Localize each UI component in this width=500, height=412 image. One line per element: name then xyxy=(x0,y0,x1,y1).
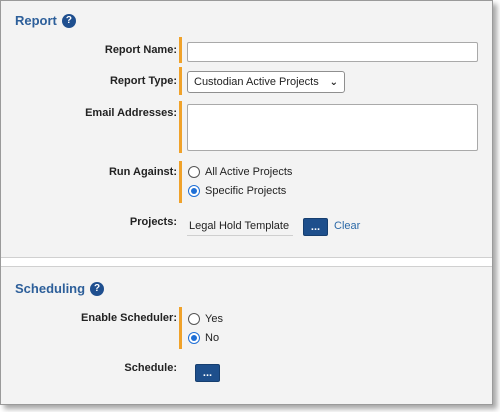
required-indicator xyxy=(179,307,182,349)
required-indicator xyxy=(179,37,182,63)
radio-scheduler-no[interactable]: No xyxy=(188,332,219,344)
email-addresses-textarea[interactable] xyxy=(187,104,478,151)
report-type-select[interactable]: Custodian Active Projects ⌄ xyxy=(187,71,345,93)
report-section-title: Report ? xyxy=(15,13,76,28)
required-indicator xyxy=(179,161,182,203)
report-type-label: Report Type: xyxy=(109,75,177,87)
radio-all-active-projects[interactable]: All Active Projects xyxy=(188,166,292,178)
report-settings-panel: Report ? Report Name: Report Type: Custo… xyxy=(0,0,493,405)
email-addresses-label: Email Addresses: xyxy=(85,107,177,119)
scheduling-section-title: Scheduling ? xyxy=(15,281,105,296)
required-indicator xyxy=(179,101,182,153)
scheduling-help-icon[interactable]: ? xyxy=(90,281,105,296)
report-help-icon[interactable]: ? xyxy=(61,13,76,28)
report-type-value: Custodian Active Projects xyxy=(194,76,319,88)
enable-scheduler-label: Enable Scheduler: xyxy=(81,312,177,324)
radio-label: All Active Projects xyxy=(205,166,293,178)
report-name-input[interactable] xyxy=(187,42,478,62)
required-indicator xyxy=(179,67,182,95)
projects-browse-button[interactable]: ... xyxy=(303,218,328,236)
radio-scheduler-yes[interactable]: Yes xyxy=(188,313,223,325)
radio-checked-icon[interactable] xyxy=(188,185,200,197)
run-against-label: Run Against: xyxy=(108,166,177,178)
radio-unchecked-icon[interactable] xyxy=(188,313,200,325)
projects-value: Legal Hold Template xyxy=(187,220,293,236)
radio-checked-icon[interactable] xyxy=(188,332,200,344)
projects-clear-link[interactable]: Clear xyxy=(334,220,360,232)
schedule-label: Schedule: xyxy=(124,362,177,374)
radio-label: Yes xyxy=(205,313,223,325)
projects-label: Projects: xyxy=(129,216,177,228)
radio-label: Specific Projects xyxy=(205,185,287,197)
report-name-label: Report Name: xyxy=(104,44,177,56)
schedule-browse-button[interactable]: ... xyxy=(195,364,220,382)
radio-specific-projects[interactable]: Specific Projects xyxy=(188,185,286,197)
chevron-down-icon: ⌄ xyxy=(329,76,338,88)
radio-label: No xyxy=(205,332,220,344)
section-divider xyxy=(1,257,492,267)
radio-unchecked-icon[interactable] xyxy=(188,166,200,178)
